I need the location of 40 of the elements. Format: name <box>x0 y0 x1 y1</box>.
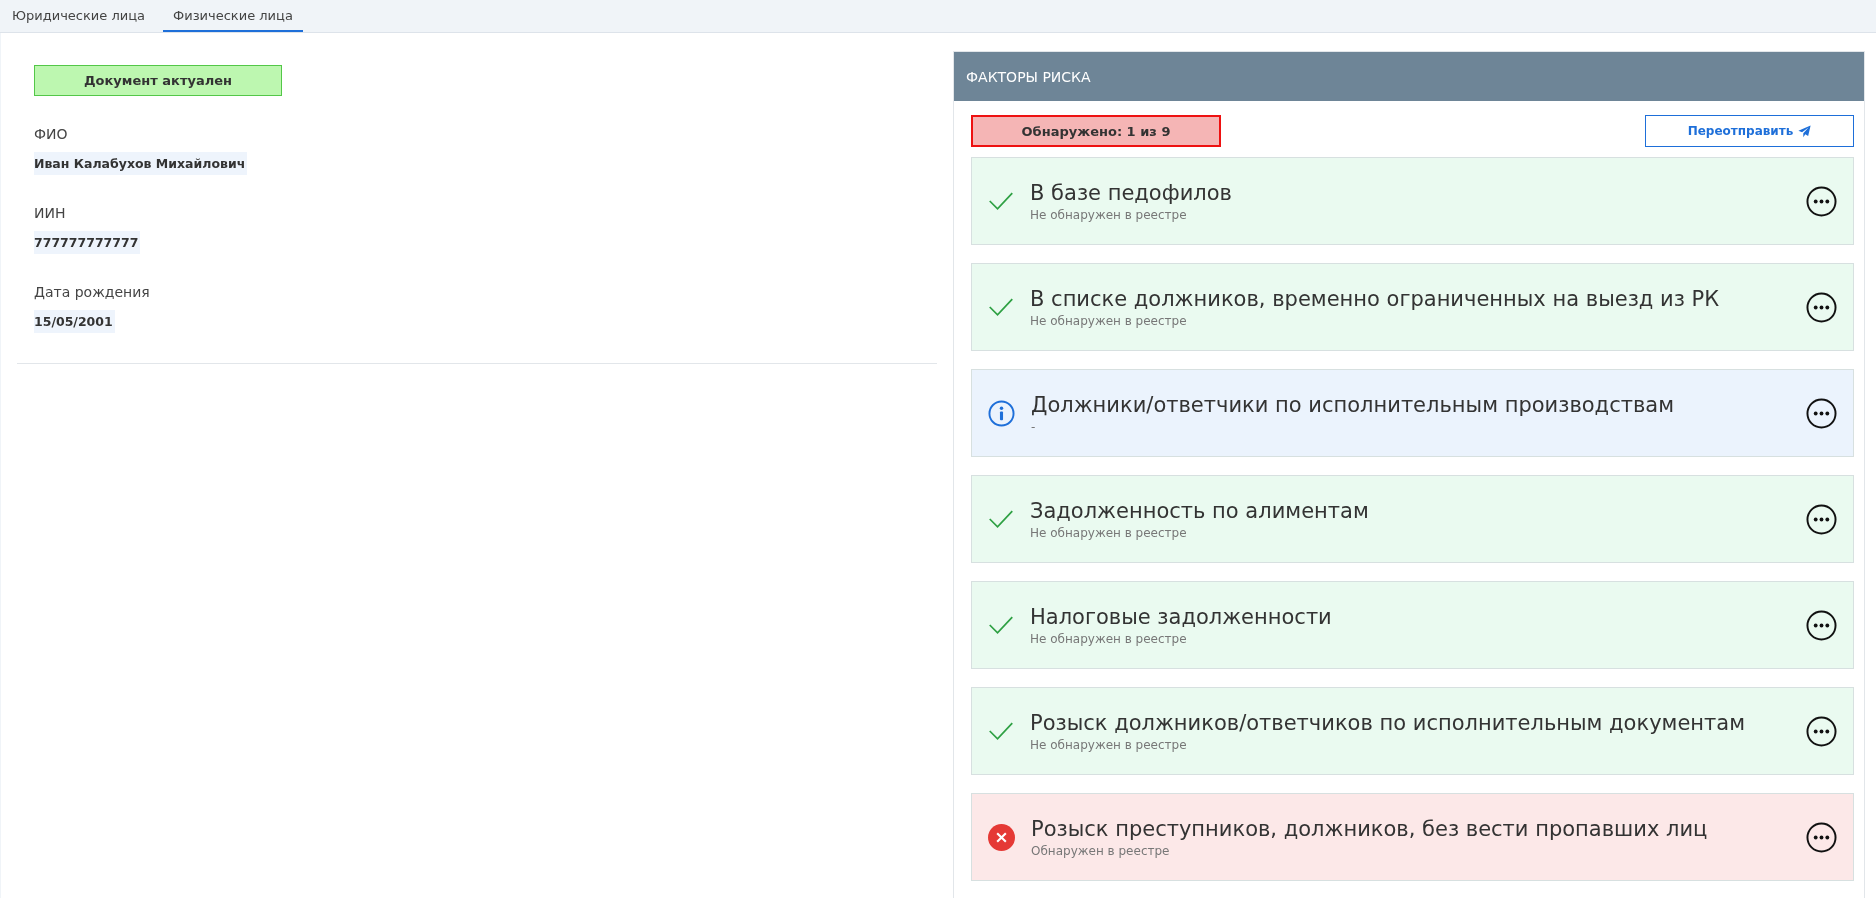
checkmark-icon <box>988 721 1014 741</box>
risk-status-text: Не обнаружен в реестре <box>1030 207 1188 222</box>
checkmark-icon <box>988 191 1014 211</box>
more-options-icon[interactable] <box>1806 185 1837 217</box>
field-value: 15/05/2001 <box>34 310 115 333</box>
risk-status-text: Не обнаружен в реестре <box>1030 737 1188 752</box>
more-options-icon[interactable] <box>1806 503 1837 535</box>
more-options-icon[interactable] <box>1806 609 1837 641</box>
field-label: Дата рождения <box>34 284 151 300</box>
more-options-icon[interactable] <box>1806 715 1837 747</box>
checkmark-icon <box>988 615 1014 635</box>
risk-status-text: Не обнаружен в реестре <box>1030 631 1188 646</box>
risk-title: Задолженность по алиментам <box>1030 498 1370 523</box>
summary-badge: Обнаружено: 1 из 9 <box>971 115 1221 147</box>
error-icon <box>988 823 1015 851</box>
paper-plane-icon <box>1798 124 1812 138</box>
risk-title: Розыск преступников, должников, без вести пропавших лиц <box>1031 816 1709 841</box>
risk-status-text: Не обнаружен в реестре <box>1030 313 1188 328</box>
risk-status-text: - <box>1031 419 1037 434</box>
risk-title: Должники/ответчики по исполнительным производствам <box>1031 392 1675 417</box>
info-icon <box>988 399 1015 427</box>
risk-title: Налоговые задолженности <box>1030 604 1333 629</box>
more-options-icon[interactable] <box>1806 821 1837 853</box>
panel-header: ФАКТОРЫ РИСКА <box>954 52 1864 101</box>
field-label: ФИО <box>34 126 69 142</box>
field-value: Иван Калабухов Михайлович <box>34 152 248 175</box>
more-options-icon[interactable] <box>1806 291 1837 323</box>
risk-status-text: Не обнаружен в реестре <box>1030 525 1188 540</box>
tab[interactable]: Юридические лица <box>2 0 155 32</box>
checkmark-icon <box>988 509 1014 529</box>
field-label: ИИН <box>34 205 67 221</box>
more-options-icon[interactable] <box>1806 397 1837 429</box>
risk-title: В базе педофилов <box>1030 180 1233 205</box>
field-value: 777777777777 <box>34 231 141 254</box>
risk-title: Розыск должников/ответчиков по исполнительным документам <box>1030 710 1746 735</box>
status-badge: Документ актуален <box>34 65 282 96</box>
risk-status-text: Обнаружен в реестре <box>1031 843 1171 858</box>
risk-title: В списке должников, временно ограниченных на выезд из РК <box>1030 286 1721 311</box>
resend-button[interactable]: Переотправить <box>1645 115 1854 147</box>
checkmark-icon <box>988 297 1014 317</box>
